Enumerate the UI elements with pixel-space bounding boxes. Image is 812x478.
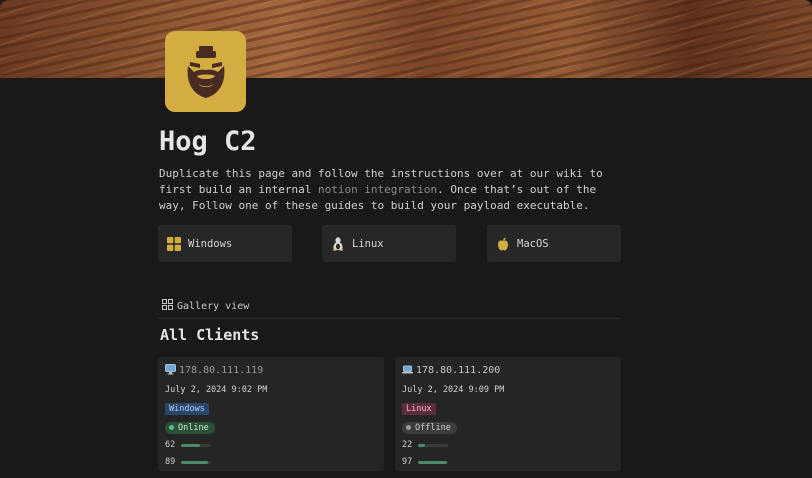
metric-value: 89 — [165, 457, 176, 467]
client-ip: 178.80.111.119 — [165, 363, 377, 378]
page-icon[interactable] — [165, 31, 246, 112]
status-dot — [406, 425, 411, 430]
divider — [158, 318, 620, 319]
client-date: July 2, 2024 9:02 PM — [165, 385, 268, 395]
progress-bar — [181, 460, 211, 464]
os-tag: Windows — [165, 403, 209, 415]
client-date: July 2, 2024 9:09 PM — [402, 385, 505, 395]
status-dot — [169, 425, 174, 430]
metric-value: 97 — [402, 457, 413, 467]
guide-label: Linux — [352, 237, 384, 250]
progress-bar — [418, 443, 448, 447]
metric-value: 62 — [165, 440, 176, 450]
metric-row: 97 — [402, 456, 614, 468]
os-tag: Linux — [402, 403, 436, 415]
client-ip-text: 178.80.111.119 — [179, 365, 264, 376]
guide-label: Windows — [188, 237, 233, 250]
progress-fill — [418, 443, 425, 447]
progress-bar — [181, 443, 211, 447]
page-title: Hog C2 — [159, 126, 257, 157]
client-ip: 178.80.111.200 — [402, 364, 614, 377]
gallery-icon — [162, 299, 173, 313]
status-badge: Online — [165, 421, 215, 434]
metric-row: 62 — [165, 439, 377, 451]
client-ip-text: 178.80.111.200 — [416, 365, 501, 376]
cover-image — [0, 0, 812, 78]
guide-macos[interactable]: MacOS — [487, 225, 621, 262]
bearded-man-icon — [187, 45, 224, 98]
progress-fill — [181, 460, 208, 464]
client-card[interactable]: 178.80.111.200 July 2, 2024 9:09 PM Linu… — [395, 357, 621, 471]
section-title: All Clients — [160, 326, 260, 344]
view-tab-label: Gallery view — [177, 300, 250, 312]
windows-icon — [166, 236, 181, 251]
guide-label: MacOS — [517, 237, 549, 250]
client-card[interactable]: 178.80.111.119 July 2, 2024 9:02 PM Wind… — [158, 357, 384, 471]
notion-integration-link[interactable]: notion integration — [318, 183, 437, 196]
page-description: Duplicate this page and follow the instr… — [159, 166, 629, 214]
linux-icon — [330, 236, 345, 251]
metric-row: 89 — [165, 456, 377, 468]
view-tab-gallery[interactable]: Gallery view — [162, 299, 249, 313]
guide-linux[interactable]: Linux — [322, 225, 456, 262]
laptop-icon — [402, 364, 413, 378]
metric-value: 22 — [402, 440, 413, 450]
apple-icon — [495, 236, 510, 251]
status-badge: Offline — [402, 421, 457, 434]
status-label: Online — [178, 422, 209, 433]
progress-bar — [418, 460, 448, 464]
metric-row: 22 — [402, 439, 614, 451]
status-label: Offline — [415, 422, 451, 433]
guide-windows[interactable]: Windows — [158, 225, 292, 262]
computer-icon — [165, 363, 176, 378]
progress-fill — [418, 460, 448, 464]
progress-fill — [181, 443, 200, 447]
